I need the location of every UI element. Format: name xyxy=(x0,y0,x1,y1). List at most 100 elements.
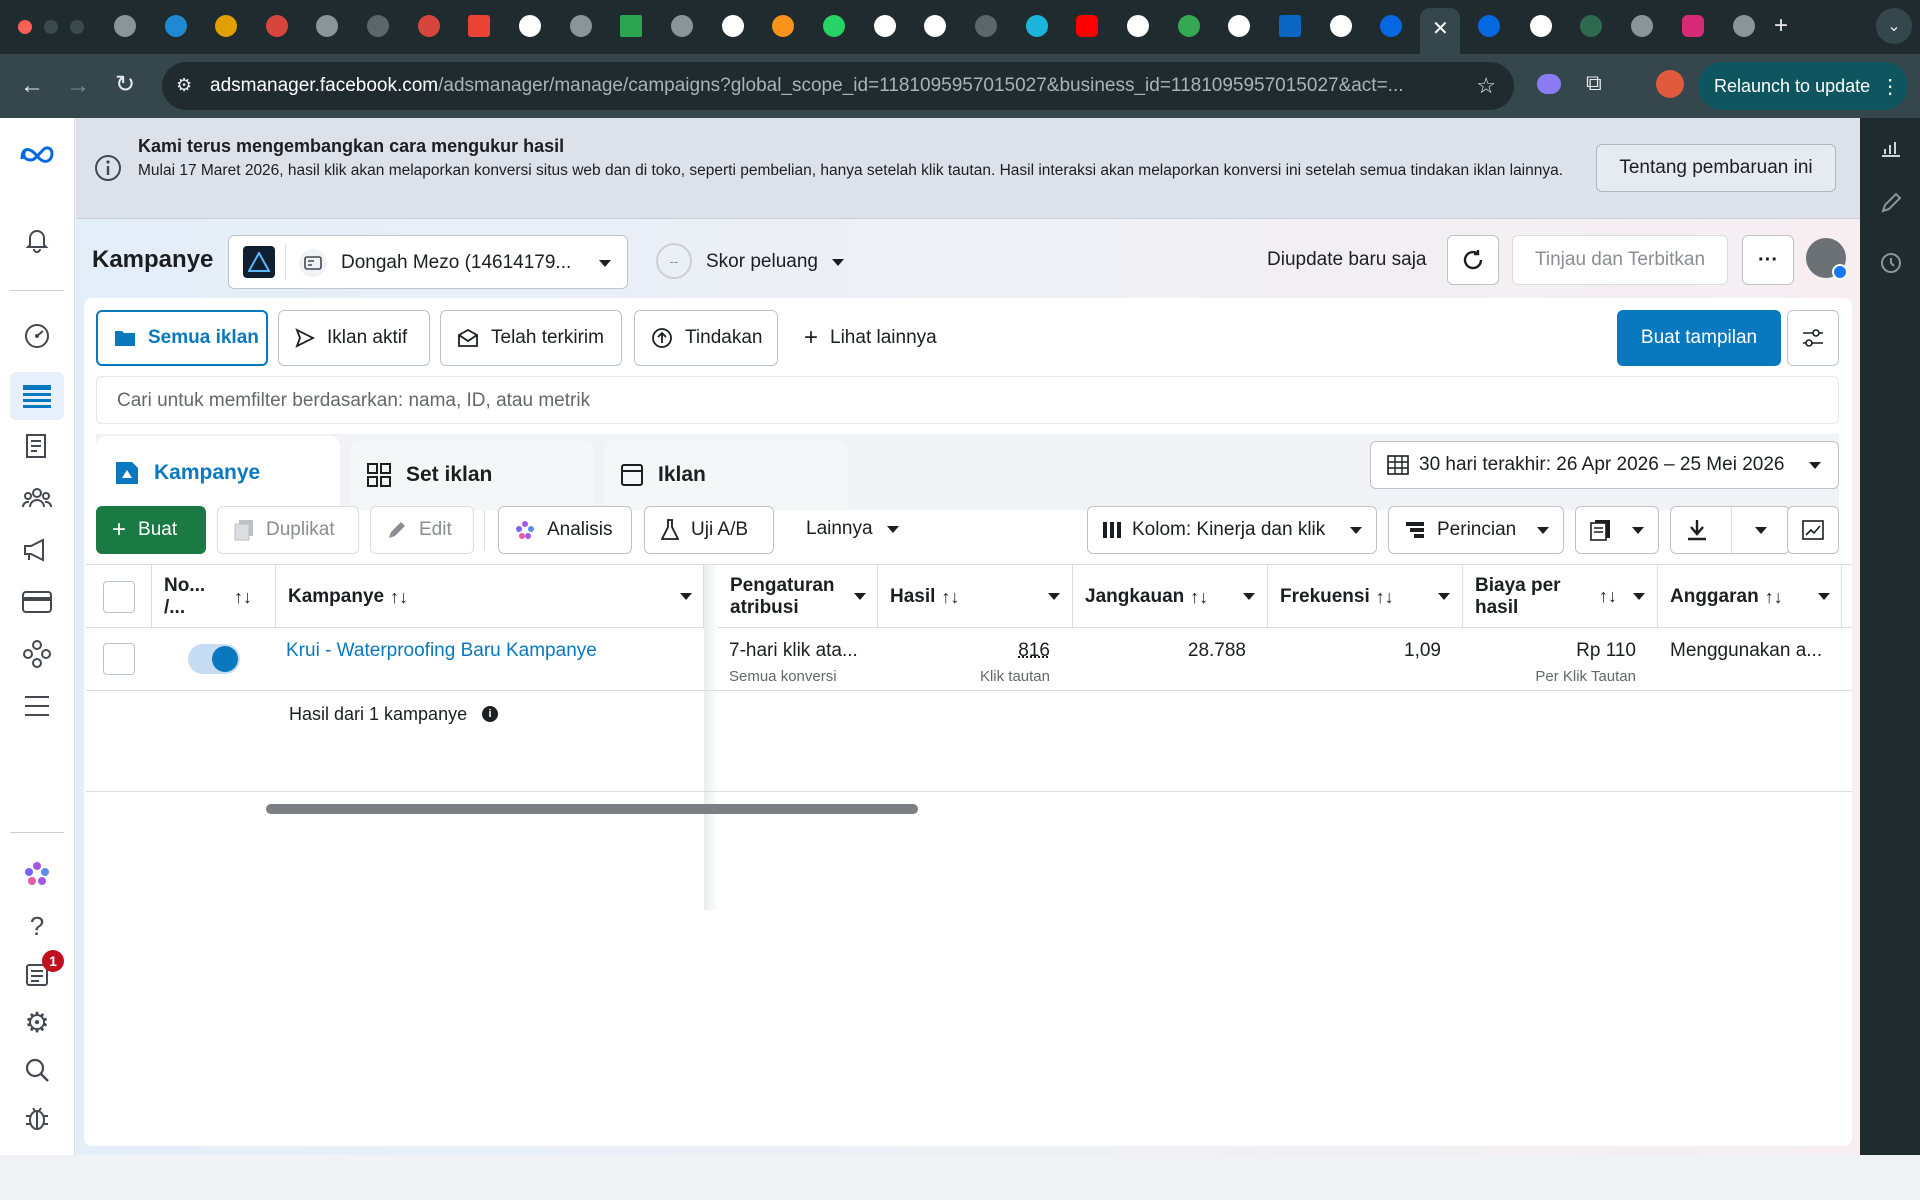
chevron-down-icon[interactable] xyxy=(680,593,692,600)
whatsapp-tab-icon[interactable] xyxy=(823,15,845,37)
minimize-window-button[interactable] xyxy=(44,20,58,34)
chatgpt-tab-icon[interactable] xyxy=(874,15,896,37)
business-tools-icon[interactable] xyxy=(19,636,55,672)
create-button[interactable]: + Buat xyxy=(96,506,206,554)
header-onoff[interactable]: No... /... ↑↓ xyxy=(152,565,276,629)
edit-pencil-icon[interactable] xyxy=(1880,192,1902,214)
app-tab-icon[interactable] xyxy=(1733,15,1755,37)
filter-settings-button[interactable] xyxy=(1787,310,1839,366)
ai-tab-icon[interactable] xyxy=(215,15,237,37)
meta-logo-icon[interactable] xyxy=(19,136,55,172)
tab-ad-sets[interactable]: Set iklan xyxy=(350,440,594,510)
close-tab-icon[interactable]: ✕ xyxy=(1432,16,1449,41)
about-update-button[interactable]: Tentang pembaruan ini xyxy=(1596,144,1836,192)
ab-test-button[interactable]: Uji A/B xyxy=(644,506,774,554)
sort-icon[interactable]: ↑↓ xyxy=(1376,587,1394,608)
news-feed-icon[interactable]: 1 xyxy=(19,950,64,992)
tab-campaigns[interactable]: Kampanye xyxy=(96,436,340,510)
app-tab-icon[interactable] xyxy=(722,15,744,37)
youtube-tab-icon[interactable] xyxy=(1076,15,1098,37)
more-actions-dropdown[interactable]: Lainnya xyxy=(806,518,899,540)
globe-tab-icon[interactable] xyxy=(114,15,136,37)
google-tab-icon[interactable] xyxy=(1330,15,1352,37)
more-options-button[interactable]: ··· xyxy=(1742,235,1794,285)
header-reach[interactable]: Jangkauan ↑↓ xyxy=(1073,565,1268,629)
new-tab-button[interactable]: + xyxy=(1774,12,1788,40)
google-tab-icon[interactable] xyxy=(1228,15,1250,37)
chatgpt-tab-icon[interactable] xyxy=(519,15,541,37)
app-tab-icon[interactable] xyxy=(671,15,693,37)
chevron-down-icon[interactable] xyxy=(1633,593,1645,600)
campaign-name-link[interactable]: Krui - Waterproofing Baru Kampanye xyxy=(286,640,597,662)
filter-tab-active-ads[interactable]: Iklan aktif xyxy=(278,310,430,366)
globe-tab-icon[interactable] xyxy=(570,15,592,37)
chevron-down-icon[interactable] xyxy=(1818,593,1830,600)
all-tools-menu-icon[interactable] xyxy=(19,688,55,724)
reload-icon[interactable]: ↻ xyxy=(115,70,135,99)
header-results[interactable]: Hasil ↑↓ xyxy=(878,565,1073,629)
sort-icon[interactable]: ↑↓ xyxy=(234,586,252,608)
row-checkbox[interactable] xyxy=(103,643,135,675)
create-view-button[interactable]: Buat tampilan xyxy=(1617,310,1781,366)
help-question-icon[interactable]: ? xyxy=(19,908,55,944)
duplicate-button[interactable]: Duplikat xyxy=(217,506,359,554)
close-window-button[interactable] xyxy=(18,20,32,34)
app-tab-icon[interactable] xyxy=(418,15,440,37)
date-range-picker[interactable]: 30 hari terakhir: 26 Apr 2026 – 25 Mei 2… xyxy=(1370,441,1839,489)
google-tab-icon[interactable] xyxy=(1127,15,1149,37)
globe-tab-icon[interactable] xyxy=(316,15,338,37)
filter-tab-all-ads[interactable]: Semua iklan xyxy=(96,310,268,366)
chevron-down-icon[interactable] xyxy=(1438,593,1450,600)
search-icon[interactable] xyxy=(19,1052,55,1088)
sort-icon[interactable]: ↑↓ xyxy=(1190,587,1208,608)
filter-tab-actions[interactable]: Tindakan xyxy=(634,310,778,366)
catalog-icon[interactable] xyxy=(19,428,55,464)
reports-dropdown[interactable] xyxy=(1575,506,1659,554)
billing-card-icon[interactable] xyxy=(19,584,55,620)
chevron-down-icon[interactable] xyxy=(1048,593,1060,600)
bitcoin-tab-icon[interactable] xyxy=(772,15,794,37)
tab-search-icon[interactable]: ⌄ xyxy=(1876,8,1912,44)
horizontal-scrollbar[interactable] xyxy=(266,804,918,814)
bookmark-star-icon[interactable]: ☆ xyxy=(1476,73,1496,99)
microsoft-tab-icon[interactable] xyxy=(620,15,642,37)
open-chart-button[interactable] xyxy=(1787,506,1839,554)
instagram-tab-icon[interactable] xyxy=(1682,15,1704,37)
google-tab-icon[interactable] xyxy=(924,15,946,37)
refresh-button[interactable] xyxy=(1447,235,1499,285)
tab-ads[interactable]: Iklan xyxy=(604,440,848,510)
campaigns-table-icon[interactable] xyxy=(10,372,64,420)
table-row[interactable]: Krui - Waterproofing Baru Kampanye 7-har… xyxy=(86,628,1852,691)
meta-tab-icon[interactable] xyxy=(1478,15,1500,37)
insights-chart-icon[interactable] xyxy=(1880,138,1902,158)
history-clock-icon[interactable] xyxy=(1880,252,1902,274)
globe-tab-icon[interactable] xyxy=(367,15,389,37)
edit-button[interactable]: Edit xyxy=(370,506,474,554)
see-more-button[interactable]: + Lihat lainnya xyxy=(804,324,937,352)
app-tab-icon[interactable] xyxy=(266,15,288,37)
sort-icon[interactable]: ↑↓ xyxy=(390,587,408,608)
user-avatar[interactable] xyxy=(1806,238,1848,280)
download-icon[interactable] xyxy=(1687,519,1707,541)
chevron-down-icon[interactable] xyxy=(1755,527,1767,534)
meta-tab-icon[interactable] xyxy=(1380,15,1402,37)
report-bug-icon[interactable] xyxy=(19,1100,55,1136)
header-cost-per-result[interactable]: Biaya per hasil ↑↓ xyxy=(1463,565,1658,629)
maps-tab-icon[interactable] xyxy=(1178,15,1200,37)
kebab-menu-icon[interactable]: ⋮ xyxy=(1880,74,1900,99)
maximize-window-button[interactable] xyxy=(70,20,84,34)
results-value[interactable]: 816 xyxy=(1018,640,1050,662)
site-settings-icon[interactable]: ⚙ xyxy=(176,75,192,96)
chevron-down-icon[interactable] xyxy=(854,593,866,600)
relaunch-to-update-button[interactable]: Relaunch to update ⋮ xyxy=(1698,62,1908,110)
active-tab[interactable]: ✕ xyxy=(1420,8,1460,54)
info-icon[interactable]: i xyxy=(482,706,498,722)
extensions-puzzle-icon[interactable]: ⧉ xyxy=(1586,70,1602,96)
select-all-checkbox[interactable] xyxy=(102,581,135,613)
linkedin-tab-icon[interactable] xyxy=(1279,15,1301,37)
google-tab-icon[interactable] xyxy=(1530,15,1552,37)
ad-account-selector[interactable]: Dongah Mezo (14614179... xyxy=(228,235,628,289)
analysis-button[interactable]: Analisis xyxy=(498,506,632,554)
profile-avatar[interactable] xyxy=(1656,70,1684,98)
header-attribution[interactable]: Pengaturan atribusi xyxy=(718,565,878,629)
